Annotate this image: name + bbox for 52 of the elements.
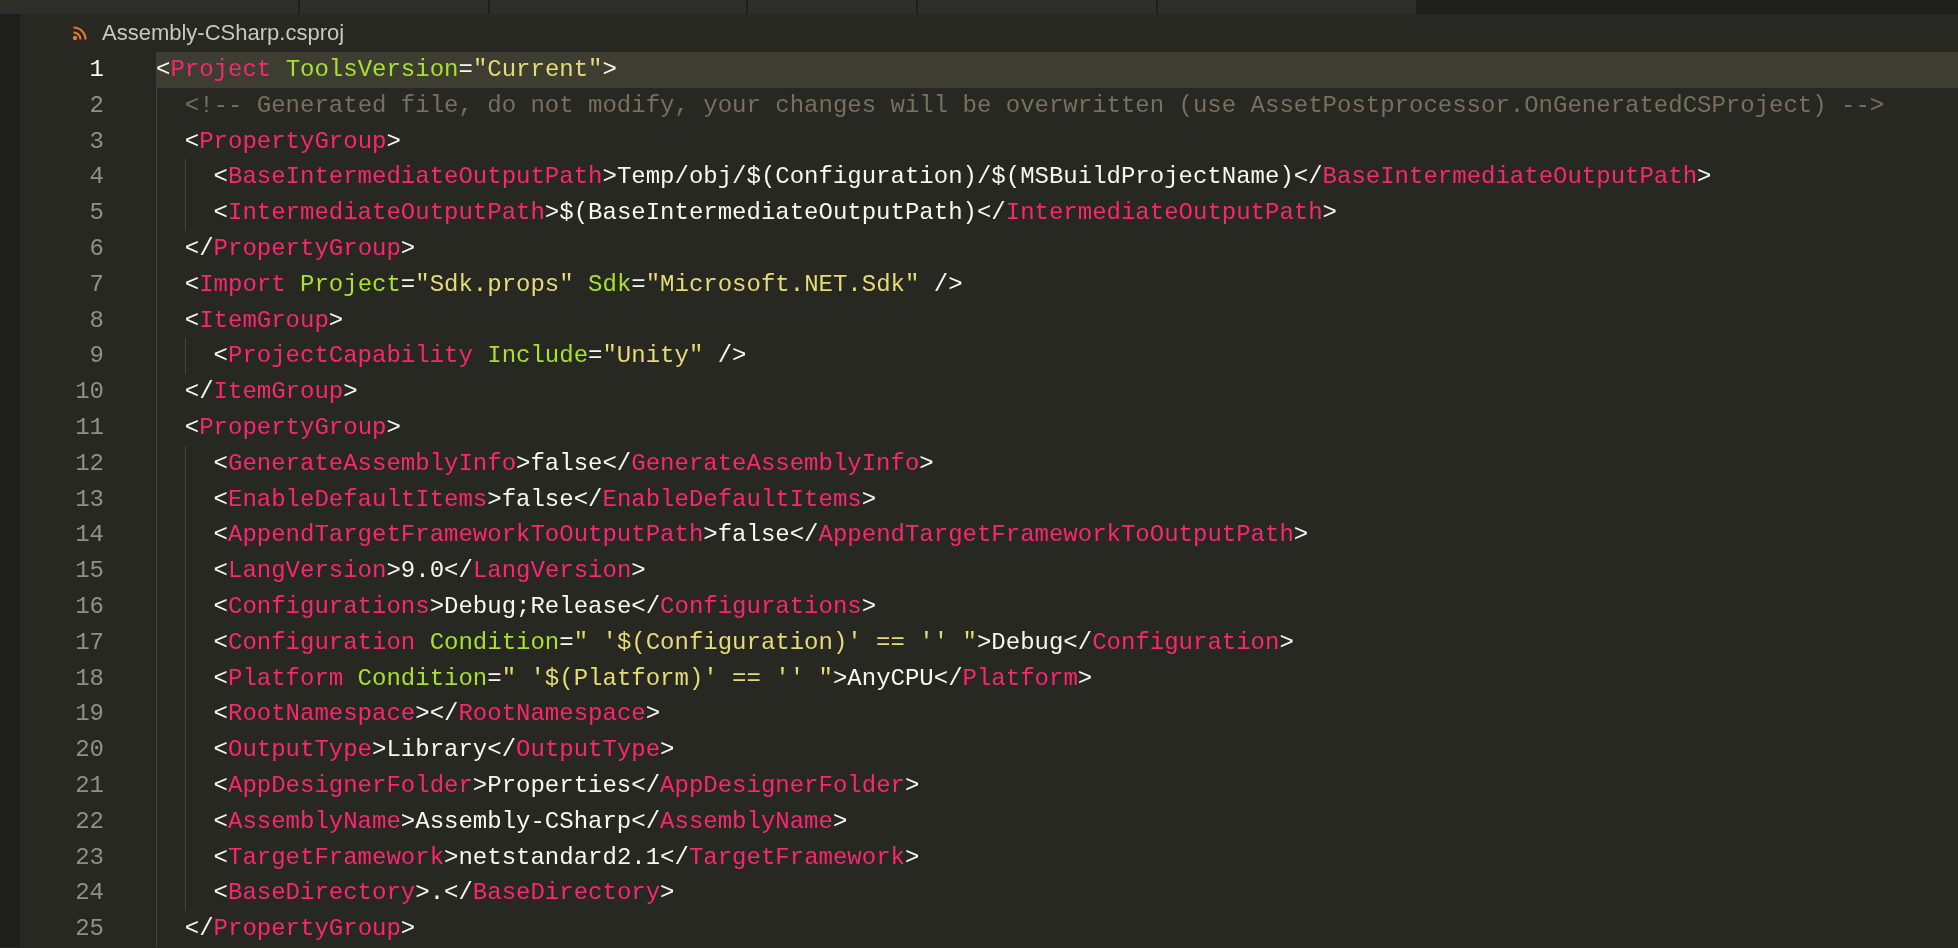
line-number: 7	[88, 269, 104, 300]
line-number: 11	[74, 412, 104, 443]
line-number: 17	[74, 627, 104, 658]
line-number: 15	[74, 556, 104, 587]
code-line: <ProjectCapability Include="Unity" />	[213, 341, 747, 372]
line-number: 10	[74, 377, 104, 408]
line-number: 1	[88, 55, 104, 85]
line-number: 20	[74, 735, 104, 766]
line-number: 13	[74, 484, 104, 515]
code-line: <GenerateAssemblyInfo>false</GenerateAssemblyInfo>	[213, 448, 934, 479]
code-line: <PropertyGroup>	[184, 412, 401, 443]
code-line: <Import Project="Sdk.props" Sdk="Microsoft.NET.Sdk" />	[184, 269, 963, 300]
code-line: <LangVersion>9.0</LangVersion>	[213, 556, 646, 587]
line-number: 25	[74, 914, 104, 945]
line-number: 16	[74, 591, 104, 622]
code-line: </PropertyGroup>	[184, 914, 416, 945]
code-line: <Project ToolsVersion="Current">	[156, 55, 617, 85]
code-line: <AppendTargetFrameworkToOutputPath>false</AppendTargetFrameworkToOutputPath>	[213, 520, 1309, 551]
code-line: <AssemblyName>Assembly-CSharp</AssemblyName>	[213, 806, 848, 837]
code-line: <IntermediateOutputPath>$(BaseIntermediateOutputPath)</IntermediateOutputPath>	[213, 198, 1337, 229]
line-number: 4	[88, 162, 104, 193]
line-number: 22	[74, 806, 104, 837]
code-line: <Platform Condition=" '$(Platform)' == '' ">AnyCPU</Platform>	[213, 663, 1093, 694]
line-number: 3	[88, 126, 104, 157]
code-line: <BaseDirectory>.</BaseDirectory>	[213, 878, 675, 909]
line-number: 23	[74, 842, 104, 873]
code-line: <!-- Generated file, do not modify, your changes will be overwritten (use AssetPostprocessor.OnGeneratedCSProject) -->	[184, 90, 1885, 121]
line-number: 8	[88, 305, 104, 336]
line-number: 24	[74, 878, 104, 909]
code-line: <BaseIntermediateOutputPath>Temp/obj/$(Configuration)/$(MSBuildProjectName)</BaseIntermediateOutputPath>	[213, 162, 1712, 193]
line-number: 21	[74, 770, 104, 801]
line-number: 18	[74, 663, 104, 694]
code-line: <AppDesignerFolder>Properties</AppDesignerFolder>	[213, 770, 920, 801]
rss-icon	[72, 25, 88, 41]
code-line: <ItemGroup>	[184, 305, 344, 336]
line-number: 9	[88, 341, 104, 372]
line-number: 2	[88, 90, 104, 121]
code-line: </PropertyGroup>	[184, 234, 416, 264]
code-line: <TargetFramework>netstandard2.1</TargetFramework>	[213, 842, 920, 873]
line-number: 6	[88, 234, 104, 264]
code-line: <OutputType>Library</OutputType>	[213, 735, 675, 766]
line-number: 19	[74, 699, 104, 730]
file-name: Assembly-CSharp.csproj	[102, 20, 345, 46]
line-number: 12	[74, 448, 104, 479]
line-number: 5	[88, 198, 104, 229]
code-line: <Configuration Condition=" '$(Configuration)' == '' ">Debug</Configuration>	[213, 627, 1294, 658]
code-line: <Configurations>Debug;Release</Configurations>	[213, 591, 877, 622]
line-number: 14	[74, 520, 104, 551]
code-line: <RootNamespace></RootNamespace>	[213, 699, 661, 730]
code-line: <PropertyGroup>	[184, 126, 401, 157]
code-line: </ItemGroup>	[184, 377, 358, 408]
code-line: <EnableDefaultItems>false</EnableDefaultItems>	[213, 484, 877, 515]
